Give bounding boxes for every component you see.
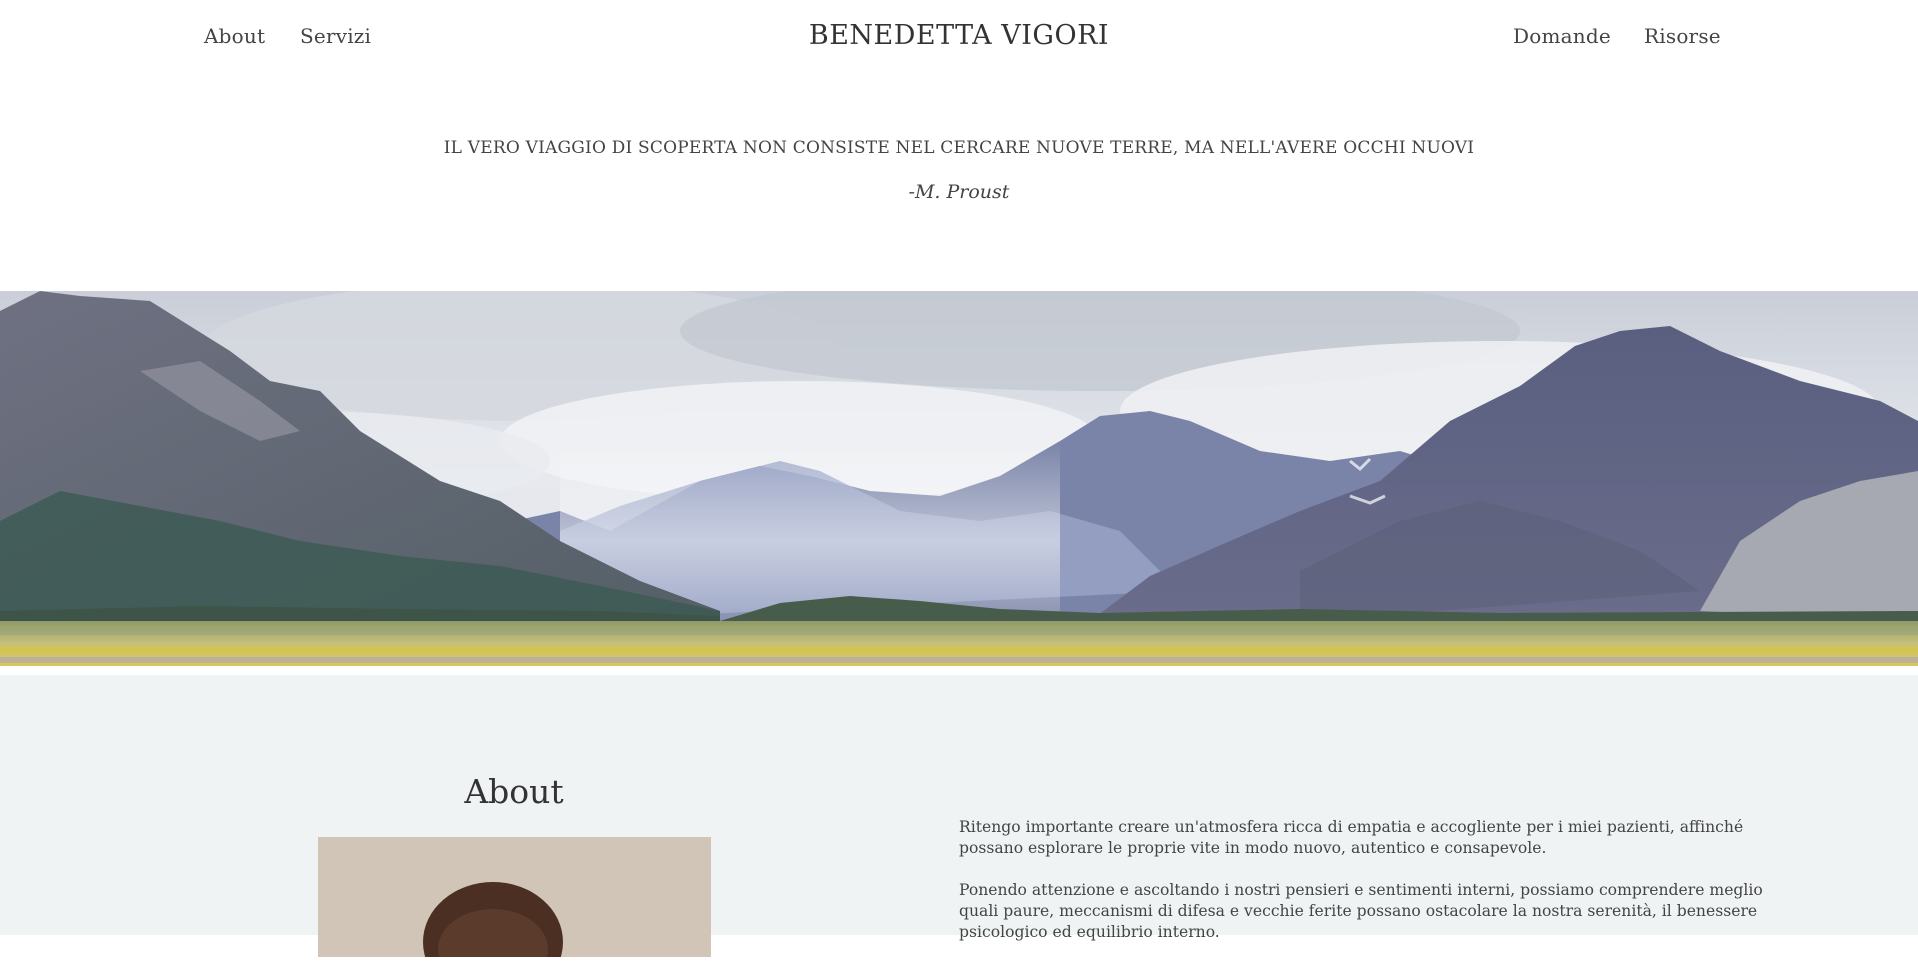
nav-link-servizi[interactable]: Servizi <box>300 24 371 48</box>
about-paragraph: Ponendo attenzione e ascoltando i nostri… <box>959 881 1763 941</box>
portrait-image <box>318 837 711 957</box>
hero-image <box>0 291 1918 666</box>
brand-container: BENEDETTA VIGORI <box>0 20 1918 51</box>
nav-link-risorse[interactable]: Risorse <box>1644 24 1721 48</box>
nav-link-domande[interactable]: Domande <box>1513 24 1611 48</box>
mountain-landscape-image <box>0 291 1918 666</box>
about-text: Ritengo importante creare un'atmosfera r… <box>959 817 1789 964</box>
quote-section: IL VERO VIAGGIO DI SCOPERTA NON CONSISTE… <box>0 75 1918 291</box>
about-paragraph: Ritengo importante creare un'atmosfera r… <box>959 818 1744 857</box>
about-title: About <box>464 772 564 811</box>
nav-link-about[interactable]: About <box>204 24 265 48</box>
portrait-photo <box>318 837 711 957</box>
quote-author: -M. Proust <box>908 181 1010 203</box>
about-section: About Ritengo importante creare un'atmos… <box>0 675 1918 957</box>
quote-text: IL VERO VIAGGIO DI SCOPERTA NON CONSISTE… <box>443 138 1475 158</box>
site-header: About Servizi BENEDETTA VIGORI Domande R… <box>0 0 1918 75</box>
site-title[interactable]: BENEDETTA VIGORI <box>809 20 1109 51</box>
